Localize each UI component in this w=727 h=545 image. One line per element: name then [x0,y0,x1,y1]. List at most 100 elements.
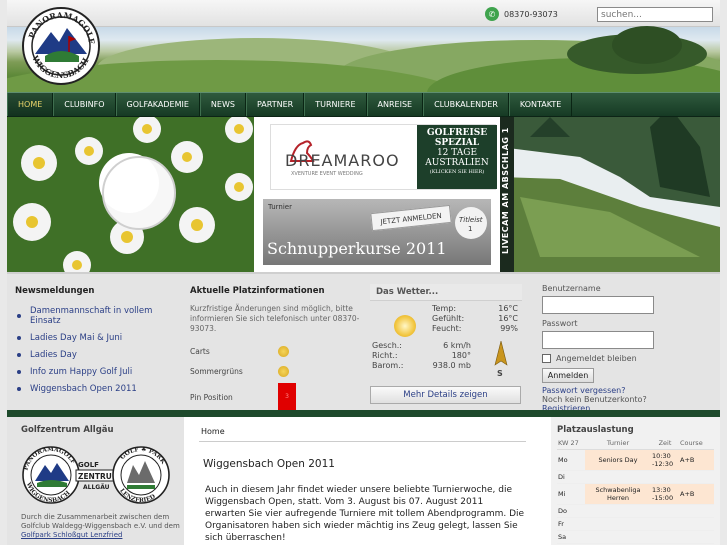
nav-item-news[interactable]: NEWS [199,93,246,116]
username-label: Benutzername [542,284,601,293]
nav-item-clubkalender[interactable]: CLUBKALENDER [423,93,509,116]
nav-item-clubinfo[interactable]: CLUBINFO [53,93,116,116]
nav-item-partner[interactable]: PARTNER [245,93,305,116]
livecam-image[interactable]: LIVECAM AM ABSCHLAG 1 [500,117,720,272]
cell-turnier: Seniors Day [585,449,651,471]
news-item-label: Ladies Day Mai & Juni [30,333,123,343]
platz-row-label: Carts [190,346,210,356]
golfball-daisies-image [7,117,254,272]
news-item[interactable]: Wiggensbach Open 2011 [15,384,183,394]
cell-day: Di [557,470,585,484]
news-item-label: Wiggensbach Open 2011 [30,384,137,394]
cell-course [679,504,714,518]
news-list: Damenmannschaft in vollem Einsatz Ladies … [15,306,183,394]
username-input[interactable] [542,296,654,314]
jetzt-anmelden-badge: JETZT ANMELDEN [370,204,452,232]
bullet-icon [17,314,21,318]
news-item[interactable]: Ladies Day [15,350,183,360]
table-row: Do [557,504,714,518]
weather-details-button[interactable]: Mehr Details zeigen [370,386,521,404]
cell-zeit: 10:30 -12:30 [651,449,679,471]
cell-zeit [651,517,679,531]
dreamaroo-ad[interactable]: DREAMAROO XVENTURE EVENT WEDDING GOLFREI… [270,124,497,190]
platz-row: Sommergrüns [190,362,360,380]
news-item[interactable]: Damenmannschaft in vollem Einsatz [15,306,183,326]
breadcrumb-divider [199,441,526,442]
platz-row-label: Pin Position [190,392,233,402]
nav-item-turniere[interactable]: TURNIERE [304,93,367,116]
cell-day: Mi [557,483,585,505]
page: PANORAMAGOLF WIGGENSBACH ✆ 08370-93073 H… [0,0,727,545]
phone-number: 08370-93073 [504,9,558,19]
golfzentrum-logos: PANORAMAGOLF WIGGENSBACH GOLF ZENTRUM AL… [22,446,170,504]
main-article: Home Wiggensbach Open 2011 Auch in diese… [192,417,542,545]
news-panel: Newsmeldungen Damenmannschaft in vollem … [15,286,183,401]
bullet-icon [17,370,21,374]
remember-me[interactable]: Angemeldet bleiben [542,354,712,363]
cell-zeit [651,530,679,544]
table-row: Fr [557,517,714,531]
weather-title: Das Wetter... [370,284,522,301]
section-divider [7,410,720,417]
platz-row-label: Sommergrüns [190,366,243,376]
platz-title: Aktuelle Platzinformationen [190,286,325,296]
sun-status-icon [278,345,289,357]
golfzentrum-panel: Golfzentrum Allgäu PANORAMAGOLF WIGGENSB… [7,417,184,545]
main-nav: HOME CLUBINFO GOLFAKADEMIE NEWS PARTNER TURNI… [7,92,720,117]
wind-arrow-icon [494,341,508,366]
golfzentrum-title: Golfzentrum Allgäu [21,425,114,435]
nav-item-kontakte[interactable]: KONTAKTE [508,93,573,116]
schnupper-kicker: Turnier [268,203,292,211]
news-item-label: Ladies Day [30,350,77,360]
table-row: Sa [557,530,714,544]
news-item-label: Info zum Happy Golf Juli [30,367,133,377]
weather-table-bottom: Gesch.: 6 km/h Richt.: 180° Barom.: 938.0 m… [372,341,471,370]
phone-icon: ✆ [485,7,499,21]
cell-turnier [585,530,651,544]
cell-zeit [651,504,679,518]
cell-turnier: Schwabenliga Herren [585,483,651,505]
search-input[interactable] [597,7,713,22]
cell-day: Sa [557,530,585,544]
cell-course: A+B [679,449,714,471]
svg-text:GOLF: GOLF [78,461,99,469]
nav-item-golfakademie[interactable]: GOLFAKADEMIE [115,93,200,116]
breadcrumb[interactable]: Home [201,427,225,436]
news-title: Newsmeldungen [15,286,95,296]
platz-info-panel: Aktuelle Platzinformationen Kurzfristige… [190,286,360,412]
cell-day: Fr [557,517,585,531]
banner: DREAMAROO XVENTURE EVENT WEDDING GOLFREI… [7,117,720,272]
nav-item-home[interactable]: HOME [7,93,54,116]
cell-course [679,517,714,531]
cell-course [679,530,714,544]
cell-day: Do [557,504,585,518]
nav-item-anreise[interactable]: ANREISE [366,93,424,116]
news-item[interactable]: Ladies Day Mai & Juni [15,333,183,343]
bullet-icon [17,387,21,391]
golfzentrum-desc: Durch die Zusammenarbeit zwischen dem Go… [21,513,180,539]
remember-checkbox[interactable] [542,354,551,363]
sun-status-icon [278,365,289,377]
remember-label: Angemeldet bleiben [556,354,637,363]
password-input[interactable] [542,331,654,349]
article-body: Auch in diesem Jahr findet wieder unsere… [205,485,525,543]
login-panel: Benutzername Passwort Angemeldet bleiben… [542,284,712,413]
pin-position-badge: 3 [278,383,296,411]
ad-column: DREAMAROO XVENTURE EVENT WEDDING GOLFREI… [263,117,501,272]
table-row: Mo Seniors Day 10:30 -12:30 A+B [557,449,714,471]
forgot-password-link[interactable]: Passwort vergessen? [542,386,712,395]
golfpark-link[interactable]: Golfpark Schloßgut Lenzfried [21,531,122,539]
cell-day: Mo [557,449,585,471]
weather-table-top: Temp: 16°C Gefühlt: 16°C Feucht: 99% [432,304,518,333]
sun-icon [394,315,416,337]
platzauslastung-panel: Platzauslastung KW 27 Turnier Zeit Cours… [551,417,720,545]
table-row: Mi Schwabenliga Herren 13:30 -15:00 A+B [557,483,714,505]
news-item[interactable]: Info zum Happy Golf Juli [15,367,183,377]
golfreise-promo: GOLFREISE SPEZIAL 12 TAGE AUSTRALIEN (KL… [417,125,497,189]
platzauslastung-title: Platzauslastung [557,425,634,435]
schnupper-title: Schnupperkurse 2011 [267,239,447,258]
password-label: Passwort [542,319,578,328]
content-area: Golfzentrum Allgäu PANORAMAGOLF WIGGENSB… [7,417,720,545]
schnupperkurse-ad[interactable]: Turnier JETZT ANMELDEN Titleist 1 Schnup… [263,199,491,265]
login-button[interactable]: Anmelden [542,368,594,383]
